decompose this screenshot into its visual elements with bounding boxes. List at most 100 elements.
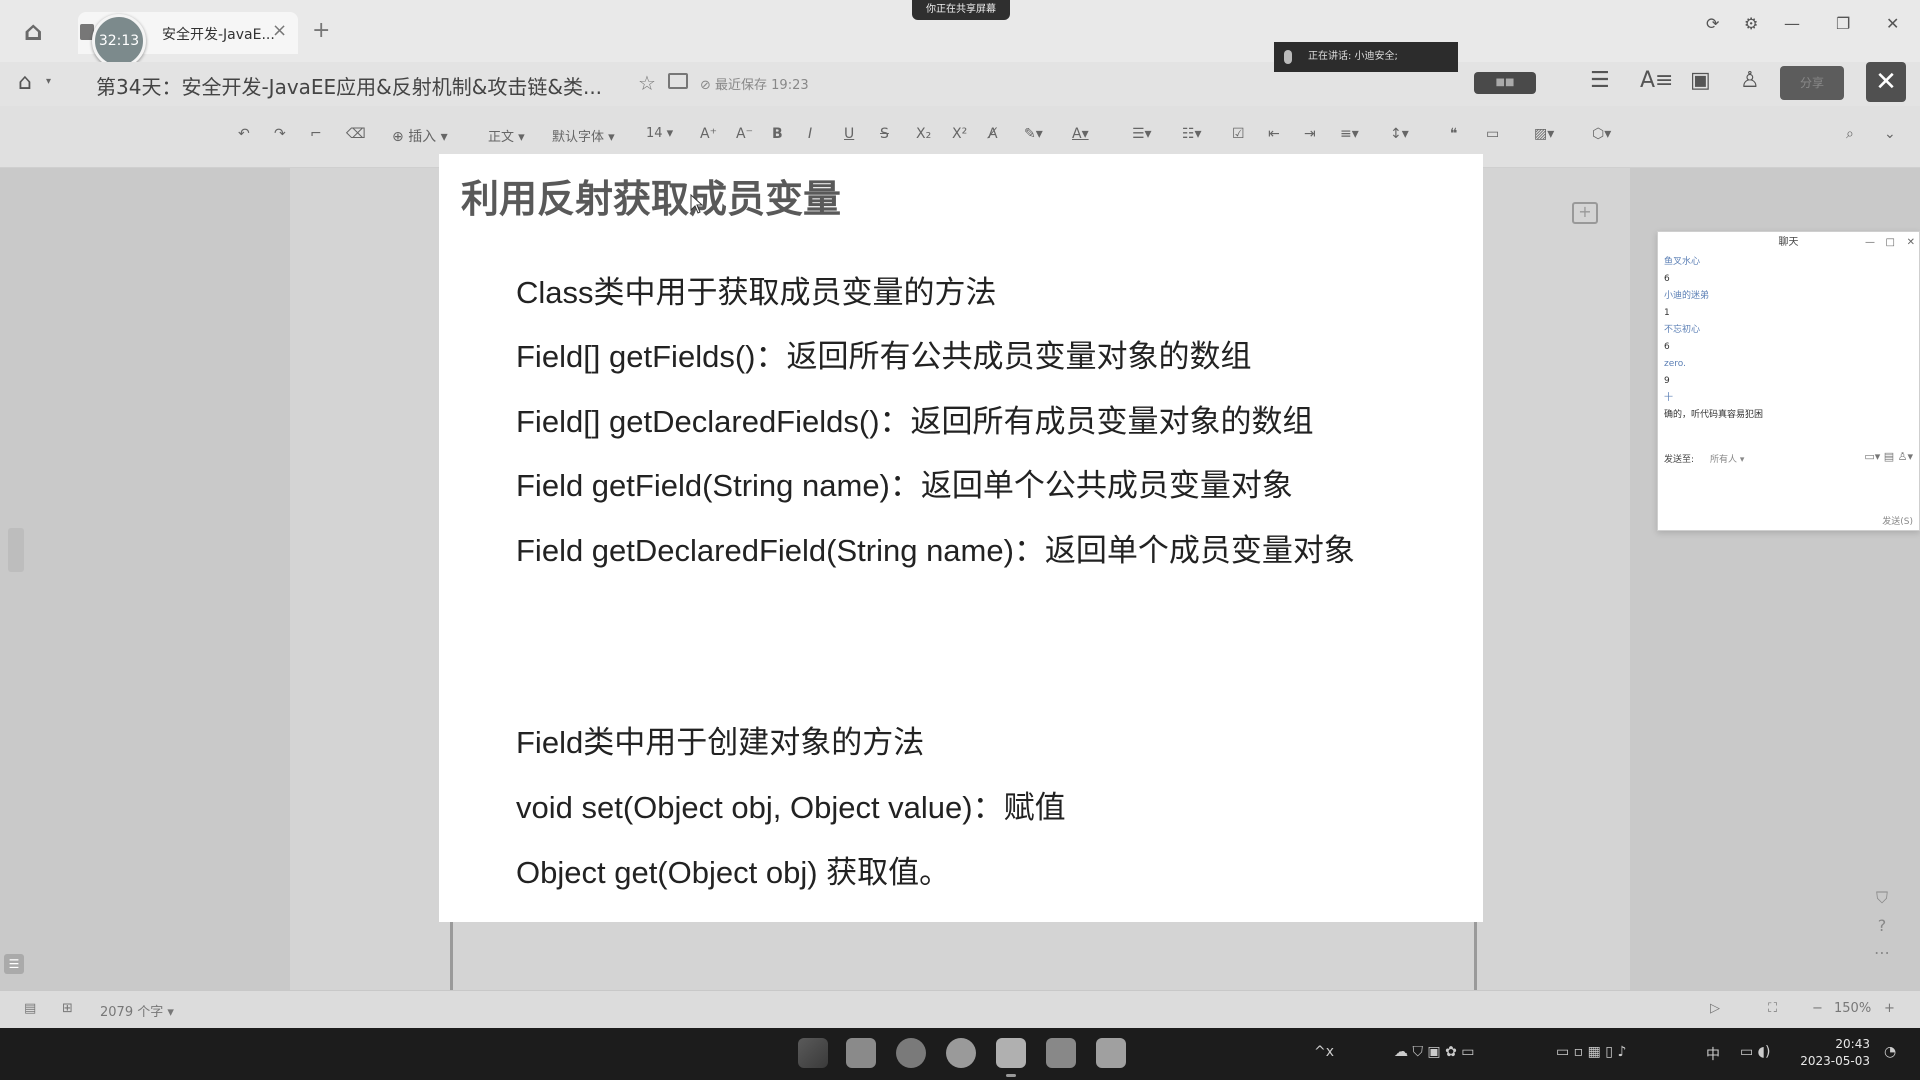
present-icon[interactable]: ▣: [1690, 68, 1711, 93]
indent-increase-icon[interactable]: ⇥: [1304, 126, 1316, 142]
format-painter-icon[interactable]: ⌐: [310, 126, 322, 142]
more-icon[interactable]: ⋯: [1868, 943, 1896, 962]
slide-line: Field[] getDeclaredFields()：返回所有成员变量对象的数…: [516, 404, 1314, 439]
share-button[interactable]: 分享: [1780, 66, 1844, 100]
zoom-out-button[interactable]: −: [1812, 1001, 1823, 1016]
maximize-button[interactable]: ❐: [1836, 14, 1850, 33]
slide-line: Field[] getFields()：返回所有公共成员变量对象的数组: [516, 339, 1252, 374]
file-explorer-icon[interactable]: [846, 1038, 876, 1068]
redo-icon[interactable]: ↷: [274, 126, 286, 142]
slide-line: void set(Object obj, Object value)：赋值: [516, 790, 1066, 825]
divider-icon[interactable]: ▭: [1486, 126, 1499, 142]
clock-time: 20:43: [1835, 1037, 1870, 1051]
numbered-list-icon[interactable]: ☷▾: [1182, 126, 1202, 142]
insert-button[interactable]: ⊕ 插入 ▾: [392, 126, 448, 146]
zoom-level[interactable]: 150%: [1834, 1001, 1871, 1016]
help-icon[interactable]: ?: [1868, 916, 1896, 935]
style-select[interactable]: 正文 ▾: [488, 126, 525, 145]
quote-icon[interactable]: ❝: [1450, 126, 1458, 142]
new-tab-button[interactable]: +: [312, 18, 330, 43]
font-color-icon[interactable]: A▾: [1072, 126, 1089, 142]
bold-icon[interactable]: B: [772, 126, 783, 142]
notification-icon[interactable]: ◔: [1884, 1044, 1896, 1060]
docs-app-icon[interactable]: [996, 1038, 1026, 1068]
font-select[interactable]: 默认字体 ▾: [552, 126, 615, 145]
increase-font-icon[interactable]: A⁺: [700, 126, 717, 142]
play-icon[interactable]: ▷: [1710, 1001, 1720, 1016]
tab-close-icon[interactable]: ×: [272, 20, 287, 41]
zoom-in-button[interactable]: +: [1884, 1001, 1895, 1016]
chrome-icon[interactable]: [946, 1038, 976, 1068]
undo-icon[interactable]: ↶: [238, 126, 250, 142]
clock-date: 2023-05-03: [1800, 1054, 1870, 1068]
home-icon[interactable]: ⌂: [18, 70, 32, 95]
star-icon[interactable]: ☆: [638, 71, 656, 95]
indent-decrease-icon[interactable]: ⇤: [1268, 126, 1280, 142]
underline-icon[interactable]: U: [844, 126, 854, 142]
more-insert-icon[interactable]: ⬡▾: [1592, 126, 1611, 142]
subscript-icon[interactable]: X₂: [916, 126, 931, 142]
chat-maximize-button[interactable]: □: [1886, 232, 1895, 254]
browser-tab[interactable]: 32:13 安全开发-JavaE... ×: [78, 12, 298, 68]
send-to-select[interactable]: 所有人 ▾: [1710, 452, 1744, 465]
camera-toggle[interactable]: ■■: [1474, 72, 1536, 94]
eraser-icon[interactable]: ⌫: [346, 126, 366, 142]
align-icon[interactable]: ≡▾: [1340, 126, 1359, 142]
chat-tools[interactable]: ▭▾ ▤ ♙▾: [1864, 450, 1913, 463]
add-comment-icon[interactable]: +: [1572, 202, 1598, 224]
chat-sender: 十: [1664, 393, 1674, 403]
checkbox-icon[interactable]: ☑: [1232, 126, 1245, 142]
outline-icon[interactable]: ☰: [4, 954, 24, 974]
font-size-value: 14: [646, 126, 663, 141]
tray-system-icons[interactable]: ▭ ▫ ▦ ▯ ♪: [1556, 1044, 1626, 1060]
shirt-icon[interactable]: ⛉: [1868, 888, 1896, 908]
layout-icon[interactable]: ⊞: [62, 1001, 73, 1016]
side-panel-toggle[interactable]: [8, 528, 24, 572]
chat-header: 聊天 — □ ✕: [1658, 232, 1919, 254]
chat-close-button[interactable]: ✕: [1907, 232, 1915, 254]
fullscreen-icon[interactable]: ⛶: [1768, 1001, 1777, 1016]
strikethrough-icon[interactable]: S: [880, 126, 889, 142]
send-button[interactable]: 发送(S): [1882, 514, 1913, 527]
meeting-app-icon[interactable]: [1096, 1038, 1126, 1068]
italic-icon[interactable]: I: [808, 126, 812, 142]
chevron-down-icon[interactable]: ▾: [46, 76, 51, 87]
speaking-indicator: 正在讲话: 小迪安全;: [1274, 42, 1458, 72]
app-logo-icon[interactable]: ⌂: [24, 18, 54, 46]
refresh-icon[interactable]: ⟳: [1706, 14, 1719, 33]
collaborator-icon[interactable]: ♙: [1740, 68, 1760, 93]
folder-icon[interactable]: [668, 73, 688, 89]
page-view-icon[interactable]: ▤: [24, 1001, 36, 1016]
tray-overflow-icon[interactable]: ^x: [1314, 1044, 1334, 1060]
close-button[interactable]: ✕: [1866, 62, 1906, 102]
settings-icon[interactable]: ⚙: [1744, 14, 1758, 33]
bullet-list-icon[interactable]: ☰▾: [1132, 126, 1152, 142]
photos-icon[interactable]: [1046, 1038, 1076, 1068]
decrease-font-icon[interactable]: A⁻: [736, 126, 753, 142]
minimize-button[interactable]: —: [1784, 14, 1800, 33]
font-size-select[interactable]: 14 ▾: [646, 126, 673, 141]
document-title[interactable]: 第34天：安全开发-JavaEE应用&反射机制&攻击链&类...: [96, 71, 602, 100]
text-format-icon[interactable]: A≡: [1640, 68, 1673, 93]
chevron-down-icon[interactable]: ⌄: [1884, 126, 1896, 142]
chat-text: 1: [1664, 308, 1670, 318]
search-icon[interactable]: ⌕: [1846, 126, 1854, 142]
highlight-icon[interactable]: ✎▾: [1024, 126, 1043, 142]
image-icon[interactable]: ▨▾: [1534, 126, 1554, 142]
start-icon[interactable]: [798, 1038, 828, 1068]
status-bar: ▤ ⊞ 2079 个字 ▾ ▷ ⛶ − 150% +: [0, 990, 1920, 1028]
system-clock[interactable]: 20:43 2023-05-03: [1800, 1036, 1870, 1070]
edge-browser-icon[interactable]: [896, 1038, 926, 1068]
chat-text: 6: [1664, 342, 1670, 352]
ime-indicator[interactable]: 中: [1706, 1044, 1720, 1064]
tray-app-icons[interactable]: ☁ ⛉ ▣ ✿ ▭: [1394, 1044, 1475, 1060]
word-count[interactable]: 2079 个字 ▾: [100, 1001, 174, 1020]
network-volume-icons[interactable]: ▭ ◖): [1740, 1044, 1771, 1060]
line-spacing-icon[interactable]: ↕▾: [1390, 126, 1409, 142]
superscript-icon[interactable]: X²: [952, 126, 967, 142]
menu-icon[interactable]: ☰: [1590, 68, 1610, 93]
title-bar: ⌂ 32:13 安全开发-JavaE... × + 你正在共享屏幕 ⟳ ⚙ — …: [0, 0, 1920, 68]
clear-format-icon[interactable]: A̸: [988, 126, 998, 142]
chat-minimize-button[interactable]: —: [1865, 232, 1875, 254]
window-close-button[interactable]: ✕: [1886, 14, 1899, 33]
